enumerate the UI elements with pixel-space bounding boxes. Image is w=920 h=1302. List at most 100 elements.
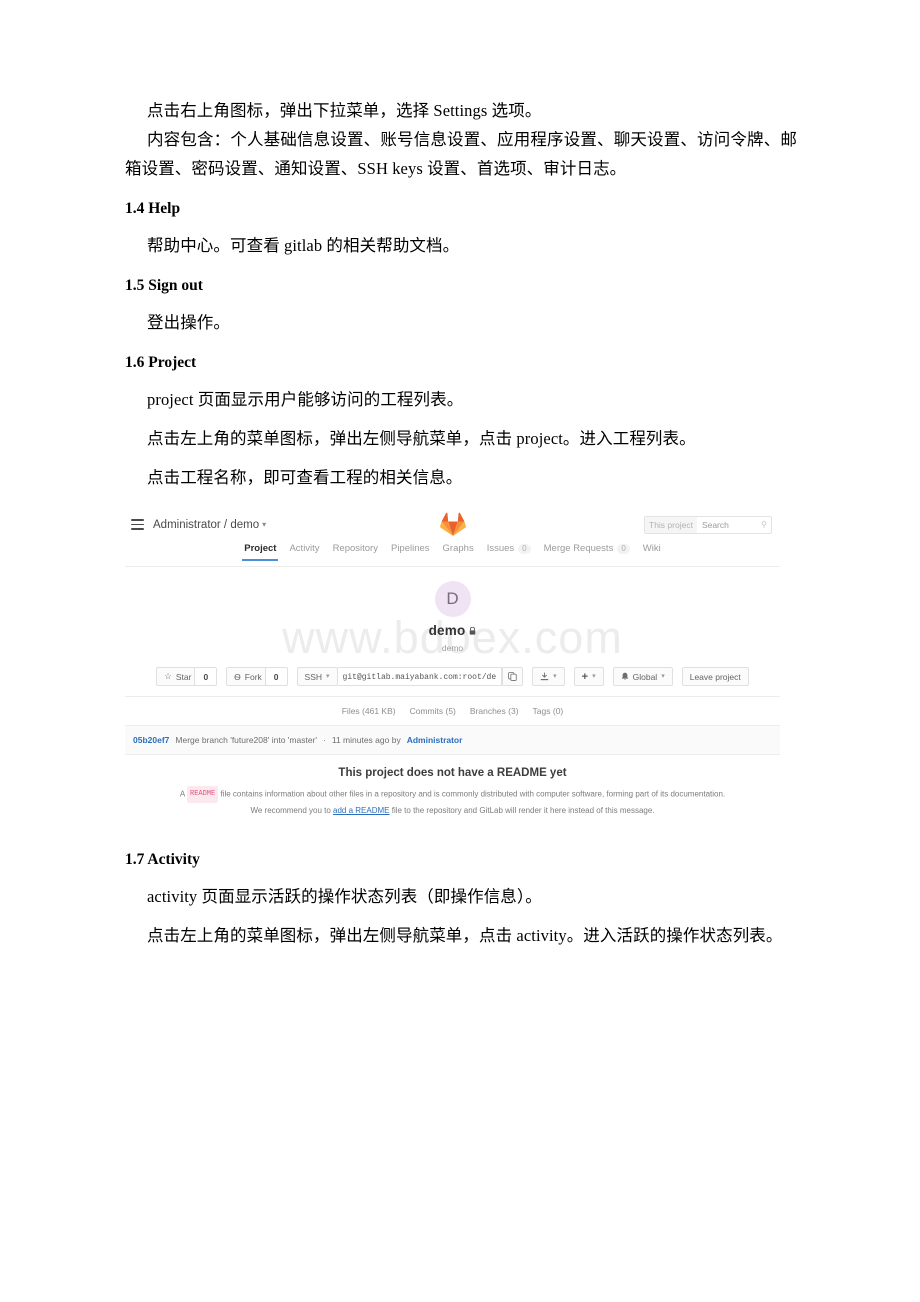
tab-label: Wiki <box>642 543 661 554</box>
tab-issues[interactable]: Issues 0 <box>487 543 531 561</box>
breadcrumb[interactable]: Administrator / demo ▾ <box>153 519 266 531</box>
fork-label: Fork <box>244 671 262 682</box>
commit-separator: · <box>323 735 326 745</box>
notification-dropdown[interactable]: Global ▾ <box>612 667 673 686</box>
add-readme-link[interactable]: add a README <box>333 806 389 815</box>
readme-line1-suffix: file contains information about other fi… <box>220 789 726 799</box>
paragraph-activity-body2: 点击左上角的菜单图标，弹出左侧导航菜单，点击 activity。进入活跃的操作状… <box>147 926 783 945</box>
stat-tags[interactable]: Tags (0) <box>533 706 564 716</box>
gitlab-project-screenshot: www.bdoex.com Administrator / demo ▾ Thi… <box>125 508 780 834</box>
star-count: 0 <box>194 667 218 686</box>
bell-icon <box>621 672 628 680</box>
tab-badge: 0 <box>617 543 630 554</box>
paragraph-signout-body: 登出操作。 <box>147 313 230 332</box>
project-action-bar: ☆ Star 0 Ѳ Fork 0 SSH ▾ git@gitlab.maiya… <box>125 663 780 696</box>
project-name-label: demo <box>428 623 466 638</box>
add-button[interactable]: + ▾ <box>573 667 604 686</box>
readme-line2-suffix: file to the repository and GitLab will r… <box>391 806 655 815</box>
paragraph-settings-entry: 点击右上角图标，弹出下拉菜单，选择 Settings 选项。 <box>147 101 542 120</box>
readme-title: This project does not have a README yet <box>338 767 567 779</box>
tab-badge: 0 <box>518 543 531 554</box>
tab-label: Pipelines <box>390 543 430 554</box>
paragraph-activity-body1: activity 页面显示活跃的操作状态列表（即操作信息）。 <box>147 887 542 906</box>
commit-sha[interactable]: 05b20ef7 <box>133 735 169 745</box>
tab-wiki[interactable]: Wiki <box>643 543 661 561</box>
commit-author[interactable]: Administrator <box>407 735 463 745</box>
search-icon: ⚲ <box>761 520 767 529</box>
tab-label: Repository <box>332 543 378 554</box>
search-input[interactable]: This project Search ⚲ <box>644 515 772 534</box>
project-hero: D demo demo <box>125 567 780 663</box>
commit-message[interactable]: Merge branch 'future208' into 'master' <box>175 735 317 745</box>
chevron-down-icon: ▾ <box>661 672 665 680</box>
readme-description-line1: A README file contains information about… <box>135 786 770 803</box>
tab-activity[interactable]: Activity <box>289 543 319 561</box>
commit-time: 11 minutes ago by <box>331 735 401 745</box>
paragraph-project-body3: 点击工程名称，即可查看工程的相关信息。 <box>147 468 463 487</box>
tab-merge-requests[interactable]: Merge Requests 0 <box>544 543 630 561</box>
document-page: 点击右上角图标，弹出下拉菜单，选择 Settings 选项。 内容包含：个人基础… <box>0 0 920 1302</box>
clone-protocol-dropdown[interactable]: SSH ▾ <box>296 667 338 686</box>
readme-badge: README <box>187 786 219 803</box>
latest-commit-row: 05b20ef7 Merge branch 'future208' into '… <box>125 726 780 755</box>
gitlab-project-tabs: Project Activity Repository Pipelines Gr… <box>125 541 780 567</box>
leave-project-button[interactable]: Leave project <box>681 667 749 686</box>
chevron-down-icon: ▾ <box>326 672 330 680</box>
tab-repository[interactable]: Repository <box>333 543 378 561</box>
chevron-down-icon: ▾ <box>262 519 267 529</box>
paragraph-settings-contents: 内容包含：个人基础信息设置、账号信息设置、应用程序设置、聊天设置、访问令牌、邮箱… <box>125 130 797 178</box>
plus-icon: + <box>581 670 589 683</box>
star-group: ☆ Star 0 <box>156 667 218 686</box>
fork-group: Ѳ Fork 0 <box>226 667 288 686</box>
star-label: Star <box>175 671 192 682</box>
star-button[interactable]: ☆ Star <box>156 667 200 686</box>
heading-help: 1.4 Help <box>125 200 181 217</box>
download-button[interactable]: ▾ <box>532 667 565 686</box>
heading-sign-out: 1.5 Sign out <box>125 277 203 294</box>
hamburger-icon[interactable] <box>131 519 144 530</box>
paragraph-project-body2: 点击左上角的菜单图标，弹出左侧导航菜单，点击 project。进入工程列表。 <box>147 429 696 448</box>
protocol-label: SSH <box>304 671 323 682</box>
heading-activity: 1.7 Activity <box>125 851 200 868</box>
readme-description-line2: We recommend you to add a README file to… <box>135 803 770 818</box>
copy-url-button[interactable] <box>502 667 524 686</box>
document-body: 点击右上角图标，弹出下拉菜单，选择 Settings 选项。 内容包含：个人基础… <box>125 96 797 950</box>
gitlab-top-bar: Administrator / demo ▾ This project Searc… <box>125 508 780 541</box>
tab-label: Merge Requests <box>543 543 614 554</box>
download-icon <box>540 672 549 681</box>
heading-project: 1.6 Project <box>125 354 197 371</box>
search-scope-label: This project <box>645 516 697 533</box>
tab-label: Graphs <box>442 543 474 554</box>
fork-button[interactable]: Ѳ Fork <box>226 667 270 686</box>
search-placeholder: Search <box>701 519 729 530</box>
readme-line1-prefix: A <box>179 789 185 799</box>
tab-label: Issues <box>486 543 515 554</box>
fork-icon: Ѳ <box>234 671 241 682</box>
tab-label: Project <box>244 543 277 554</box>
chevron-down-icon: ▾ <box>553 672 557 680</box>
star-icon: ☆ <box>164 671 172 681</box>
stat-branches[interactable]: Branches (3) <box>470 706 519 716</box>
paragraph-project-body1: project 页面显示用户能够访问的工程列表。 <box>147 390 464 409</box>
project-title: demo <box>429 623 477 638</box>
copy-icon <box>508 672 517 681</box>
notification-label: Global <box>632 671 658 682</box>
project-subtitle: demo <box>441 643 464 653</box>
paragraph-help-body: 帮助中心。可查看 gitlab 的相关帮助文档。 <box>147 236 460 255</box>
tab-project[interactable]: Project <box>242 543 279 561</box>
stat-commits[interactable]: Commits (5) <box>410 706 456 716</box>
tab-pipelines[interactable]: Pipelines <box>391 543 430 561</box>
gitlab-logo <box>439 512 466 537</box>
breadcrumb-label: Administrator / demo <box>153 518 260 531</box>
project-stats-bar: Files (461 KB) Commits (5) Branches (3) … <box>125 696 780 726</box>
clone-url-group: SSH ▾ git@gitlab.maiyabank.com:root/de <box>296 667 524 686</box>
clone-url-field[interactable]: git@gitlab.maiyabank.com:root/de <box>337 667 503 686</box>
chevron-down-icon: ▾ <box>592 672 596 680</box>
tab-graphs[interactable]: Graphs <box>443 543 474 561</box>
lock-icon <box>470 626 476 635</box>
project-avatar: D <box>434 581 471 617</box>
stat-files[interactable]: Files (461 KB) <box>342 706 396 716</box>
